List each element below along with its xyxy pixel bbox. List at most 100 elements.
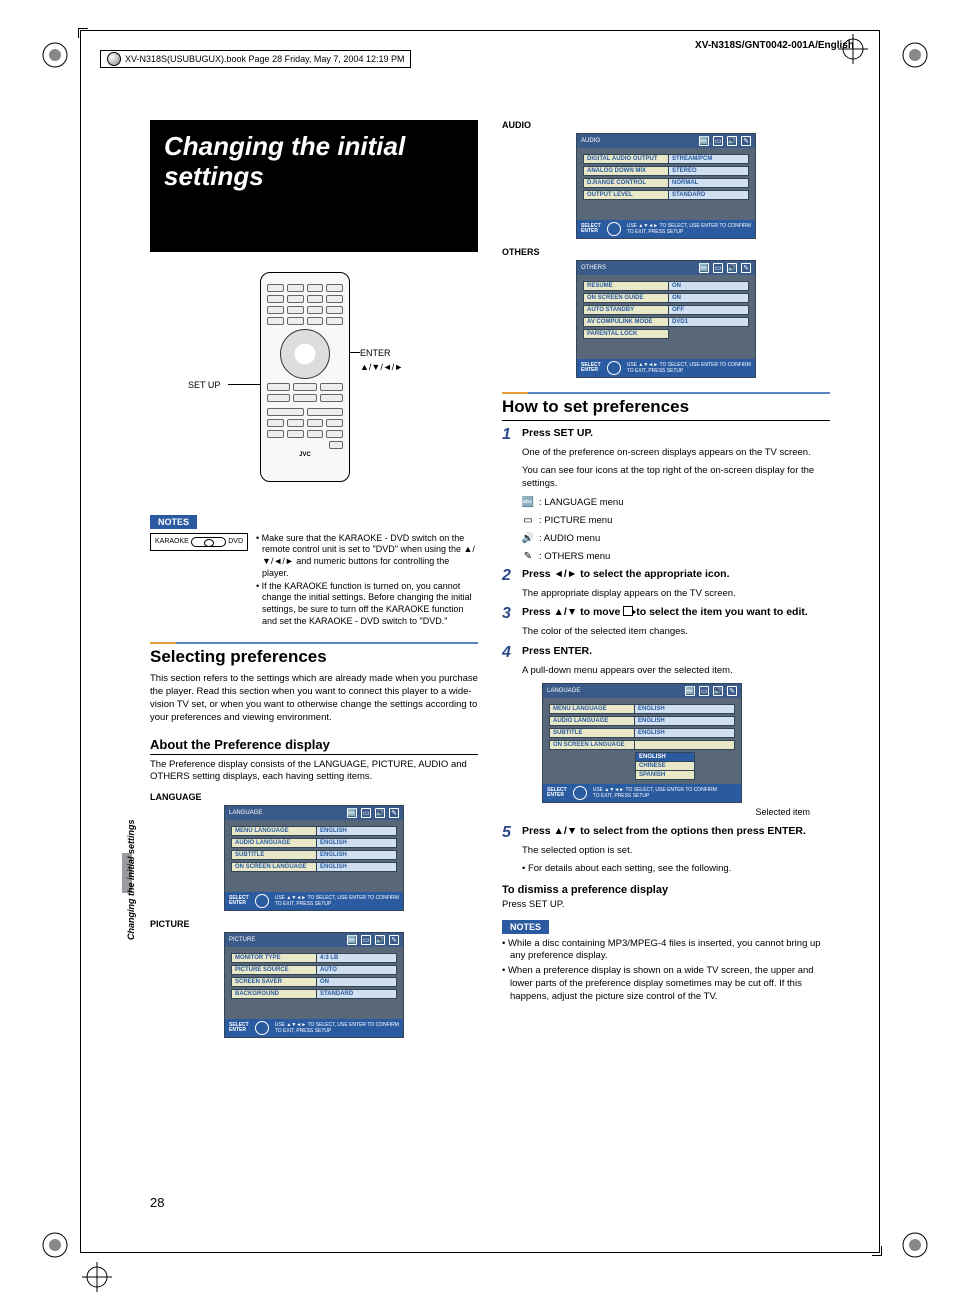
nav-pad-icon (573, 786, 587, 800)
osd-key: ANALOG DOWN MIX (583, 166, 669, 176)
page-number: 28 (150, 1195, 164, 1210)
menu-label-others: OTHERS (502, 247, 830, 257)
osd-val: STANDARD (317, 989, 397, 999)
osd-foot-enter: ENTER (229, 1027, 246, 1033)
osd-picture: PICTURE 🔤▭🔊✎ MONITOR TYPE4:3 LB PICTURE … (224, 932, 404, 1038)
osd-dropdown: ENGLISH CHINESE SPANISH (635, 752, 695, 780)
osd-key: PICTURE SOURCE (231, 965, 317, 975)
step-title: Press ENTER. (522, 645, 830, 658)
menu-label-audio: AUDIO (502, 120, 830, 130)
osd-val: STEREO (669, 166, 749, 176)
osd-key: OUTPUT LEVEL (583, 190, 669, 200)
osd-val: ENGLISH (635, 716, 735, 726)
picture-icon: ▭ (522, 514, 534, 526)
notes-badge: NOTES (150, 515, 197, 529)
osd-tab-icons: 🔤▭🔊✎ (699, 263, 751, 273)
right-column: AUDIO AUDIO 🔤▭🔊✎ DIGITAL AUDIO OUTPUTSTR… (502, 120, 830, 1042)
switch-right-label: DVD (228, 537, 243, 546)
callout-enter: ENTER (360, 348, 391, 358)
osd-foot-enter: ENTER (581, 228, 598, 234)
osd-key: ON SCREEN LANGUAGE (549, 740, 635, 750)
dropdown-option: SPANISH (636, 771, 694, 779)
notes-badge: NOTES (502, 920, 549, 934)
osd-hint: TO EXIT, PRESS SETUP (593, 793, 650, 799)
osd-tab-icons: 🔤▭🔊✎ (347, 935, 399, 945)
osd-key: ON SCREEN LANGUAGE (231, 862, 317, 872)
menu-label-language: LANGUAGE (150, 792, 478, 802)
osd-title: LANGUAGE (229, 810, 262, 816)
registration-mark-icon (40, 40, 70, 70)
note-text: • If the KARAOKE function is turned on, … (256, 581, 478, 628)
osd-key: AV COMPULINK MODE (583, 317, 669, 327)
osd-key: SUBTITLE (231, 850, 317, 860)
osd-hint: TO EXIT, PRESS SETUP (275, 901, 332, 907)
remote-control-icon: JVC (260, 272, 350, 482)
osd-key: AUDIO LANGUAGE (231, 838, 317, 848)
osd-val: STANDARD (669, 190, 749, 200)
step-body: You can see four icons at the top right … (522, 465, 830, 490)
selected-item-label: Selected item (502, 807, 810, 817)
step-title: Press SET UP. (522, 427, 830, 440)
osd-key: MONITOR TYPE (231, 953, 317, 963)
osd-foot-enter: ENTER (581, 367, 598, 373)
subheading-about: About the Preference display (150, 737, 478, 755)
book-info-text: XV-N318S(USUBUGUX).book Page 28 Friday, … (125, 54, 404, 64)
step-list: 1 Press SET UP. One of the preference on… (502, 427, 830, 876)
osd-key: BACKGROUND (231, 989, 317, 999)
section-heading-selecting: Selecting preferences (150, 642, 478, 667)
left-column: Changing the initial settings SET UP ENT… (150, 120, 478, 1042)
step-body: The color of the selected item changes. (522, 626, 830, 638)
body-text: This section refers to the settings whic… (150, 673, 478, 724)
osd-val: STREAM/PCM (669, 154, 749, 164)
osd-val: 4:3 LB (317, 953, 397, 963)
osd-tab-icons: 🔤▭🔊✎ (347, 808, 399, 818)
osd-tab-icons: 🔤▭🔊✎ (699, 136, 751, 146)
step-title: Press ◄/► to select the appropriate icon… (522, 568, 830, 581)
osd-val: ON (317, 977, 397, 987)
brand-label: JVC (261, 452, 349, 458)
osd-val: OFF (669, 305, 749, 315)
note-text: • While a disc containing MP3/MPEG-4 fil… (502, 938, 830, 964)
osd-hint: TO EXIT, PRESS SETUP (627, 368, 684, 374)
step-body: The appropriate display appears on the T… (522, 588, 830, 600)
nav-pad-icon (607, 361, 621, 375)
nav-pad-icon (255, 894, 269, 908)
osd-key: RESUME (583, 281, 669, 291)
registration-mark-icon (40, 1230, 70, 1260)
osd-key: SCREEN SAVER (231, 977, 317, 987)
step-body: One of the preference on-screen displays… (522, 447, 830, 459)
others-icon: ✎ (522, 550, 534, 562)
osd-title: PICTURE (229, 937, 255, 943)
registration-mark-icon (900, 40, 930, 70)
note-row: KARAOKE DVD • Make sure that the KARAOKE… (150, 533, 478, 629)
note-bullets: • While a disc containing MP3/MPEG-4 fil… (502, 938, 830, 1004)
body-text: The Preference display consists of the L… (150, 759, 478, 785)
osd-key: MENU LANGUAGE (231, 826, 317, 836)
document-id: XV-N318S/GNT0042-001A/English (695, 40, 854, 51)
cursor-icon (623, 606, 633, 616)
osd-val: NORMAL (669, 178, 749, 188)
osd-foot-enter: ENTER (229, 900, 246, 906)
osd-title: OTHERS (581, 265, 606, 271)
osd-key: DIGITAL AUDIO OUTPUT (583, 154, 669, 164)
osd-hint: TO EXIT, PRESS SETUP (627, 229, 684, 235)
osd-val: ENGLISH (317, 838, 397, 848)
remote-diagram: SET UP ENTER ▲/▼/◄/► JVC (180, 272, 478, 502)
callout-setup: SET UP (188, 380, 220, 390)
body-text: Press SET UP. (502, 899, 830, 912)
osd-hint: TO EXIT, PRESS SETUP (275, 1028, 332, 1034)
osd-key: SUBTITLE (549, 728, 635, 738)
crop-target-icon (82, 1262, 112, 1292)
step-title-part: Press ▲/▼ to move (522, 606, 623, 618)
audio-icon: 🔊 (522, 532, 534, 544)
osd-val: ENGLISH (635, 704, 735, 714)
step-number: 2 (502, 568, 516, 584)
step-title: Press ▲/▼ to select from the options the… (522, 825, 830, 838)
section-heading-howto: How to set preferences (502, 392, 830, 421)
icon-caption: : PICTURE menu (539, 515, 612, 526)
osd-dropdown-example: LANGUAGE 🔤▭🔊✎ MENU LANGUAGEENGLISH AUDIO… (542, 683, 742, 803)
book-icon (107, 52, 121, 66)
icon-caption: : AUDIO menu (539, 533, 600, 544)
osd-title: AUDIO (581, 138, 600, 144)
osd-key: D.RANGE CONTROL (583, 178, 669, 188)
